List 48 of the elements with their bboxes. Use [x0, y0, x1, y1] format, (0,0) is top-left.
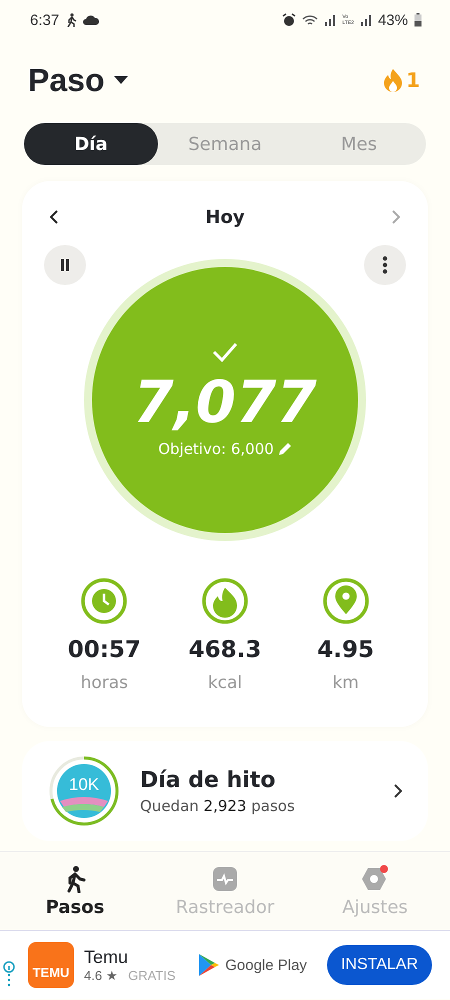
more-button[interactable] [364, 245, 406, 285]
pause-icon [60, 259, 70, 271]
period-tab[interactable]: Día [24, 123, 158, 165]
wifi-icon [302, 14, 318, 26]
date-label: Hoy [205, 206, 245, 228]
stat-unit: kcal [208, 673, 242, 693]
app-rating: 4.6 [84, 968, 102, 983]
star-icon: ★ [106, 968, 118, 983]
app-price: GRATIS [128, 968, 176, 983]
goal-label: Objetivo: 6,000 [158, 440, 274, 458]
battery-percent: 43% [378, 12, 408, 28]
chevron-left-icon[interactable] [50, 210, 58, 224]
stat-value: 00:57 [68, 637, 141, 663]
pulse-icon [211, 864, 239, 892]
stat-unit: horas [80, 673, 128, 693]
step-count: 7,077 [133, 368, 317, 436]
app-name: Temu [84, 947, 130, 968]
stat-value: 4.95 [317, 637, 374, 663]
milestone-badge [48, 755, 120, 827]
caret-icon[interactable] [114, 76, 128, 84]
more-icon [382, 256, 388, 274]
install-button[interactable]: INSTALAR [326, 945, 432, 985]
cloud-icon [83, 15, 100, 25]
milestone-subtitle: Quedan 2,923 pasos [140, 796, 296, 814]
stat-unit: km [332, 673, 359, 693]
signal-icon [324, 14, 336, 26]
settings-icon [360, 864, 390, 892]
page-title[interactable]: Paso [28, 62, 104, 98]
clock-icon [80, 577, 128, 625]
stat-value: 468.3 [188, 637, 262, 663]
chevron-right-icon [394, 784, 402, 798]
alarm-icon [282, 13, 296, 27]
info-icon[interactable] [3, 961, 15, 987]
walking-person-icon [65, 13, 78, 27]
location-pin-icon [322, 577, 370, 625]
flame-icon [383, 68, 404, 92]
streak-count: 1 [406, 68, 420, 92]
pause-button[interactable] [44, 245, 86, 285]
battery-icon [414, 13, 422, 27]
milestone-title: Día de hito [140, 768, 276, 792]
milestone-card[interactable]: 10K Día de hito Quedan 2,923 pasos [22, 741, 428, 841]
play-store-icon [198, 953, 220, 977]
nav-tab[interactable]: Pasos [0, 852, 150, 930]
signal-icon [360, 14, 372, 26]
badge-label: 10K [68, 775, 100, 795]
flame-icon [200, 577, 249, 625]
status-time: 6:37 [30, 12, 60, 28]
store-name: Google Play [225, 956, 307, 974]
